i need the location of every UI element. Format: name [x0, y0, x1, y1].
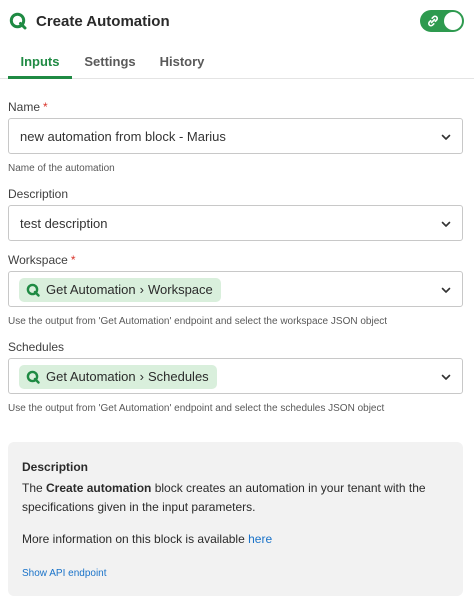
panel-title: Create Automation	[36, 13, 170, 30]
description-value: test description	[20, 216, 108, 231]
panel-header: Create Automation	[0, 0, 474, 44]
name-value: new automation from block - Marius	[20, 129, 226, 144]
chevron-down-icon[interactable]	[440, 284, 452, 296]
enable-toggle[interactable]	[420, 10, 464, 32]
pill-target: Schedules	[147, 369, 209, 384]
name-label: Name *	[8, 100, 48, 114]
chevron-down-icon[interactable]	[440, 131, 452, 143]
link-icon	[428, 15, 438, 27]
workspace-help: Use the output from 'Get Automation' end…	[8, 316, 388, 327]
required-marker: *	[43, 100, 48, 114]
qlik-q-icon	[9, 12, 27, 30]
name-field[interactable]: new automation from block - Marius	[8, 118, 463, 154]
schedules-field[interactable]: Get Automation › Schedules	[8, 358, 463, 394]
card-title: Description	[22, 460, 89, 474]
show-api-endpoint-link[interactable]: Show API endpoint	[22, 568, 107, 580]
pill-target: Workspace	[147, 282, 213, 297]
name-help: Name of the automation	[8, 163, 115, 174]
block-description-card: Description The Create automation block …	[8, 442, 463, 596]
description-label: Description	[8, 187, 69, 201]
tab-history[interactable]: History	[156, 48, 208, 79]
workspace-field[interactable]: Get Automation › Workspace	[8, 271, 463, 307]
workspace-mapping-pill[interactable]: Get Automation › Workspace	[19, 278, 221, 302]
schedules-label: Schedules	[8, 340, 65, 354]
workspace-label: Workspace *	[8, 253, 76, 267]
more-info-link[interactable]: here	[248, 532, 272, 546]
schedules-help: Use the output from 'Get Automation' end…	[8, 403, 385, 414]
required-marker: *	[70, 253, 76, 267]
tab-inputs[interactable]: Inputs	[8, 48, 72, 79]
qlik-q-icon	[26, 283, 40, 297]
more-info-text: More information on this block is availa…	[22, 532, 273, 546]
description-field[interactable]: test description	[8, 205, 463, 241]
schedules-mapping-pill[interactable]: Get Automation › Schedules	[19, 365, 217, 389]
tab-bar: Inputs Settings History	[0, 48, 474, 79]
chevron-down-icon[interactable]	[440, 371, 452, 383]
tab-settings[interactable]: Settings	[82, 48, 138, 79]
qlik-q-icon	[26, 370, 40, 384]
chevron-right-icon: ›	[139, 282, 144, 297]
toggle-knob	[444, 12, 462, 30]
chevron-right-icon: ›	[139, 369, 144, 384]
card-description: The Create automation block creates an a…	[22, 481, 426, 514]
chevron-down-icon[interactable]	[440, 218, 452, 230]
